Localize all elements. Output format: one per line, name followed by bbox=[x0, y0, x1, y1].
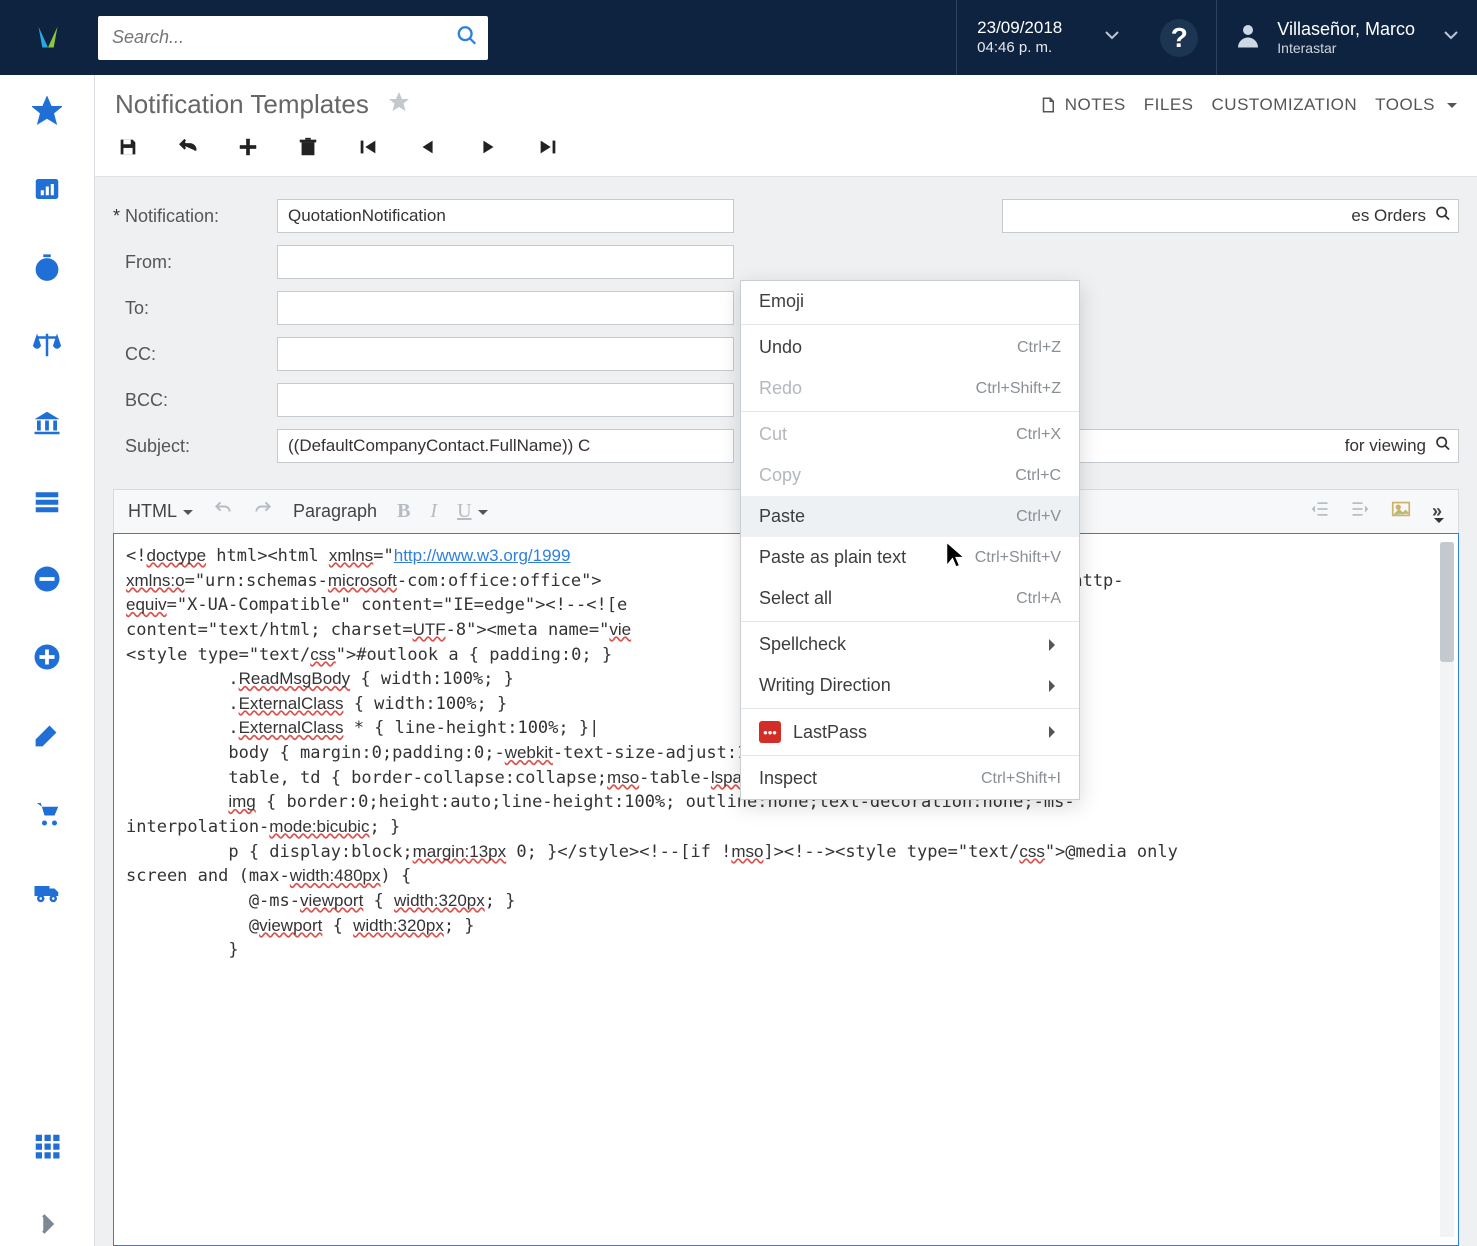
screen-lookup[interactable] bbox=[1002, 199, 1459, 233]
prev-record-button[interactable] bbox=[415, 134, 441, 160]
record-toolbar bbox=[95, 126, 1477, 176]
chevron-down-icon[interactable] bbox=[1082, 27, 1142, 48]
from-label: From: bbox=[113, 252, 263, 273]
ctx-cut: CutCtrl+X bbox=[741, 414, 1079, 455]
search-icon[interactable] bbox=[1435, 436, 1451, 457]
cc-label: CC: bbox=[113, 344, 263, 365]
ctx-paste-as-plain-text[interactable]: Paste as plain textCtrl+Shift+V bbox=[741, 537, 1079, 578]
ctx-redo: RedoCtrl+Shift+Z bbox=[741, 368, 1079, 409]
ctx-spellcheck[interactable]: Spellcheck bbox=[741, 624, 1079, 665]
expand-sidebar-icon[interactable] bbox=[25, 1202, 69, 1246]
help-icon[interactable]: ? bbox=[1160, 19, 1198, 57]
page-title: Notification Templates bbox=[115, 89, 369, 120]
app-logo bbox=[18, 19, 78, 57]
ctx-undo[interactable]: UndoCtrl+Z bbox=[741, 327, 1079, 368]
ctx-copy: CopyCtrl+C bbox=[741, 455, 1079, 496]
page-header: Notification Templates NOTES FILES CUSTO… bbox=[95, 75, 1477, 126]
context-menu: Emoji UndoCtrl+ZRedoCtrl+Shift+Z CutCtrl+X… bbox=[740, 280, 1080, 800]
save-button[interactable] bbox=[115, 134, 141, 160]
dashboard-icon[interactable] bbox=[25, 167, 69, 211]
next-record-button[interactable] bbox=[475, 134, 501, 160]
user-label: Villaseñor, Marco Interastar bbox=[1277, 19, 1415, 56]
insert-button[interactable] bbox=[235, 134, 261, 160]
business-date[interactable]: 23/09/2018 04:46 p. m. bbox=[956, 0, 1082, 75]
search-input[interactable] bbox=[98, 16, 488, 60]
lastpass-icon: ••• bbox=[759, 721, 781, 743]
global-search bbox=[98, 16, 488, 60]
minus-circle-icon[interactable] bbox=[25, 557, 69, 601]
time-text: 04:46 p. m. bbox=[977, 39, 1062, 57]
screen-field[interactable] bbox=[1002, 199, 1459, 233]
ctx-select-all[interactable]: Select allCtrl+A bbox=[741, 578, 1079, 619]
notification-label: Notification: bbox=[113, 206, 263, 227]
stopwatch-icon[interactable] bbox=[25, 245, 69, 289]
editor-mode-dropdown[interactable]: HTML bbox=[128, 501, 193, 522]
truck-icon[interactable] bbox=[25, 869, 69, 913]
editor-redo-button bbox=[253, 499, 273, 524]
italic-button: I bbox=[430, 500, 437, 523]
user-icon bbox=[1233, 20, 1263, 55]
customization-link[interactable]: CUSTOMIZATION bbox=[1212, 95, 1358, 115]
ctx-writing-direction[interactable]: Writing Direction bbox=[741, 665, 1079, 706]
plus-circle-icon[interactable] bbox=[25, 635, 69, 679]
last-record-button[interactable] bbox=[535, 134, 561, 160]
sidebar-nav bbox=[0, 75, 95, 1246]
undo-button[interactable] bbox=[175, 134, 201, 160]
chevron-down-icon[interactable] bbox=[1429, 27, 1459, 48]
apps-grid-icon[interactable] bbox=[25, 1124, 69, 1168]
insert-image-button bbox=[1390, 498, 1412, 525]
subject-field[interactable] bbox=[277, 429, 734, 463]
notes-link[interactable]: NOTES bbox=[1039, 95, 1126, 115]
scales-icon[interactable] bbox=[25, 323, 69, 367]
cc-field[interactable] bbox=[277, 337, 734, 371]
indent-button bbox=[1350, 499, 1370, 524]
search-icon[interactable] bbox=[456, 24, 478, 51]
to-label: To: bbox=[113, 298, 263, 319]
notification-field[interactable] bbox=[277, 199, 734, 233]
first-record-button[interactable] bbox=[355, 134, 381, 160]
stack-icon[interactable] bbox=[25, 479, 69, 523]
cart-icon[interactable] bbox=[25, 791, 69, 835]
to-field[interactable] bbox=[277, 291, 734, 325]
outdent-button bbox=[1310, 499, 1330, 524]
bcc-label: BCC: bbox=[113, 390, 263, 411]
edit-icon[interactable] bbox=[25, 713, 69, 757]
ctx-paste[interactable]: PasteCtrl+V bbox=[741, 496, 1079, 537]
top-bar: 23/09/2018 04:46 p. m. ? Villaseñor, Mar… bbox=[0, 0, 1477, 75]
delete-button[interactable] bbox=[295, 134, 321, 160]
editor-paragraph-dropdown[interactable]: Paragraph bbox=[293, 501, 377, 522]
files-link[interactable]: FILES bbox=[1144, 95, 1194, 115]
search-icon[interactable] bbox=[1435, 206, 1451, 227]
editor-undo-button bbox=[213, 499, 233, 524]
tools-menu[interactable]: TOOLS bbox=[1375, 95, 1457, 115]
favorite-star-icon[interactable] bbox=[387, 90, 411, 119]
bank-icon[interactable] bbox=[25, 401, 69, 445]
ctx-inspect[interactable]: InspectCtrl+Shift+I bbox=[741, 758, 1079, 799]
from-field[interactable] bbox=[277, 245, 734, 279]
bcc-field[interactable] bbox=[277, 383, 734, 417]
date-text: 23/09/2018 bbox=[977, 18, 1062, 38]
ctx-emoji[interactable]: Emoji bbox=[741, 281, 1079, 322]
scrollbar-thumb[interactable] bbox=[1440, 542, 1454, 662]
underline-button: U bbox=[457, 500, 487, 523]
subject-label: Subject: bbox=[113, 436, 263, 457]
ctx-lastpass[interactable]: •••LastPass bbox=[741, 711, 1079, 753]
bold-button: B bbox=[397, 500, 410, 523]
favorites-icon[interactable] bbox=[25, 89, 69, 133]
more-tools-button[interactable]: » bbox=[1432, 501, 1444, 522]
user-menu[interactable]: Villaseñor, Marco Interastar bbox=[1216, 0, 1459, 75]
